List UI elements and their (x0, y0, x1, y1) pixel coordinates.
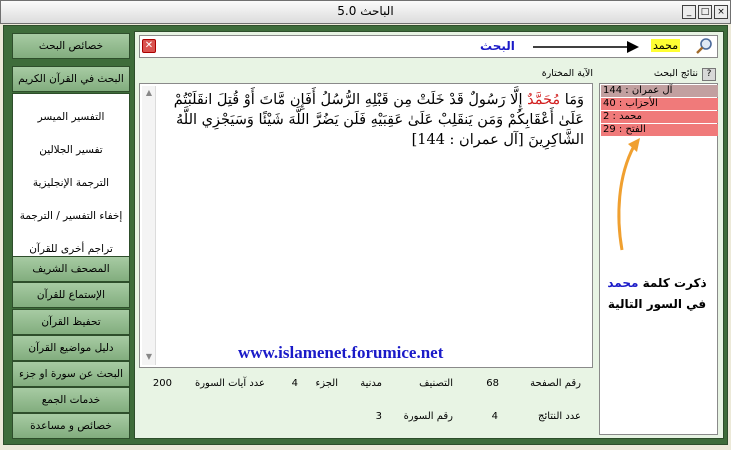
sidebar: خصائص البحث البحث في القرآن الكريم التفس… (12, 33, 130, 439)
result-item[interactable]: الأحزاب : 40 (601, 98, 718, 110)
juz-value: 4 (291, 378, 298, 389)
result-item[interactable]: الفتح : 29 (601, 124, 718, 136)
surah-number-value: 3 (375, 411, 382, 422)
search-quran-button[interactable]: البحث في القرآن الكريم (12, 66, 130, 92)
results-count-label: عدد النتائج (538, 411, 581, 422)
search-input[interactable]: محمد (651, 39, 681, 52)
website-link: www.islamenet.forumice.net (238, 343, 444, 362)
verse-header-label: الآية المختارة (541, 68, 593, 79)
search-bar: ✕ البحث محمد (139, 35, 718, 58)
classification-label: التصنيف (419, 378, 453, 389)
search-label: البحث (480, 39, 515, 53)
callout-keyword: محمد (607, 276, 639, 290)
window-title: الباحث 5.0 (337, 4, 394, 18)
verse-text-rest: إِلَّا رَسُولٌ قَدْ خَلَتْ مِن قَبْلِهِ … (173, 92, 584, 148)
verse-header: الآية المختارة (139, 68, 593, 82)
verse-text-start: وَمَا (560, 92, 584, 108)
sidebar-item-tafsir-jalalayn[interactable]: تفسير الجلالين (13, 144, 129, 156)
results-header-label: نتائج البحث (653, 68, 698, 79)
verse-scrollbar[interactable]: ▲ ▼ (142, 86, 156, 365)
scroll-up-icon[interactable]: ▲ (144, 88, 154, 98)
sidebar-item-hide-tafsir[interactable]: إخفاء التفسير / الترجمة (13, 210, 129, 222)
juz-label: الجزء (315, 378, 339, 389)
sidebar-item-english-translation[interactable]: الترجمة الإنجليزية (13, 177, 129, 189)
close-icon[interactable]: ✕ (142, 39, 156, 53)
callout-note: ذكرت كلمة محمد في السور التالية (601, 273, 713, 315)
info-panel: رقم الصفحة 68 التصنيف مدنية الجزء 4 عدد … (139, 370, 593, 434)
search-surah-button[interactable]: البحث عن سورة او جزء (12, 361, 130, 387)
help-button[interactable]: خصائص و مساعدة (12, 413, 130, 439)
help-icon[interactable]: ? (702, 68, 716, 81)
quran-topics-button[interactable]: دليل مواضيع القرآن (12, 335, 130, 361)
results-header: نتائج البحث ? (599, 68, 718, 82)
mushaf-button[interactable]: المصحف الشريف (12, 256, 130, 282)
result-item[interactable]: محمد : 2 (601, 111, 718, 123)
title-bar: الباحث 5.0 _ □ × (0, 0, 731, 24)
listen-quran-button[interactable]: الإستماع للقرآن (12, 282, 130, 308)
arrow-right-icon (533, 41, 639, 53)
callout-line-1: ذكرت كلمة محمد (601, 273, 713, 294)
verse-panel: ▲ ▼ وَمَا مُحَمَّدٌ إِلَّا رَسُولٌ قَدْ … (139, 83, 593, 368)
maximize-button[interactable]: □ (698, 5, 712, 19)
scroll-down-icon[interactable]: ▼ (144, 352, 154, 362)
callout-text: ذكرت كلمة (642, 276, 707, 290)
search-properties-button[interactable]: خصائص البحث (12, 33, 130, 59)
ayat-count-value: 200 (152, 378, 172, 389)
minimize-button[interactable]: _ (682, 5, 696, 19)
classification-value: مدنية (360, 378, 382, 389)
collect-services-button[interactable]: خدمات الجمع (12, 387, 130, 413)
ayat-count-label: عدد آيات السورة (194, 378, 265, 389)
result-item[interactable]: آل عمران : 144 (601, 85, 718, 97)
verse-highlight: مُحَمَّدٌ (527, 92, 561, 108)
results-count-value: 4 (491, 411, 498, 422)
sidebar-item-other-translations[interactable]: تراجم أخرى للقرآن (13, 243, 129, 255)
surah-number-label: رقم السورة (403, 411, 453, 422)
sidebar-item-tafsir-muyassar[interactable]: التفسير الميسر (13, 111, 129, 123)
verse-text: وَمَا مُحَمَّدٌ إِلَّا رَسُولٌ قَدْ خَلَ… (160, 90, 584, 150)
page-number-value: 68 (486, 378, 499, 389)
memorize-quran-button[interactable]: تحفيظ القرآن (12, 309, 130, 335)
page-number-label: رقم الصفحة (530, 378, 581, 389)
callout-line-2: في السور التالية (607, 297, 707, 311)
close-window-button[interactable]: × (714, 5, 728, 19)
curved-arrow-icon (617, 138, 640, 251)
magnifier-icon[interactable] (695, 37, 713, 55)
